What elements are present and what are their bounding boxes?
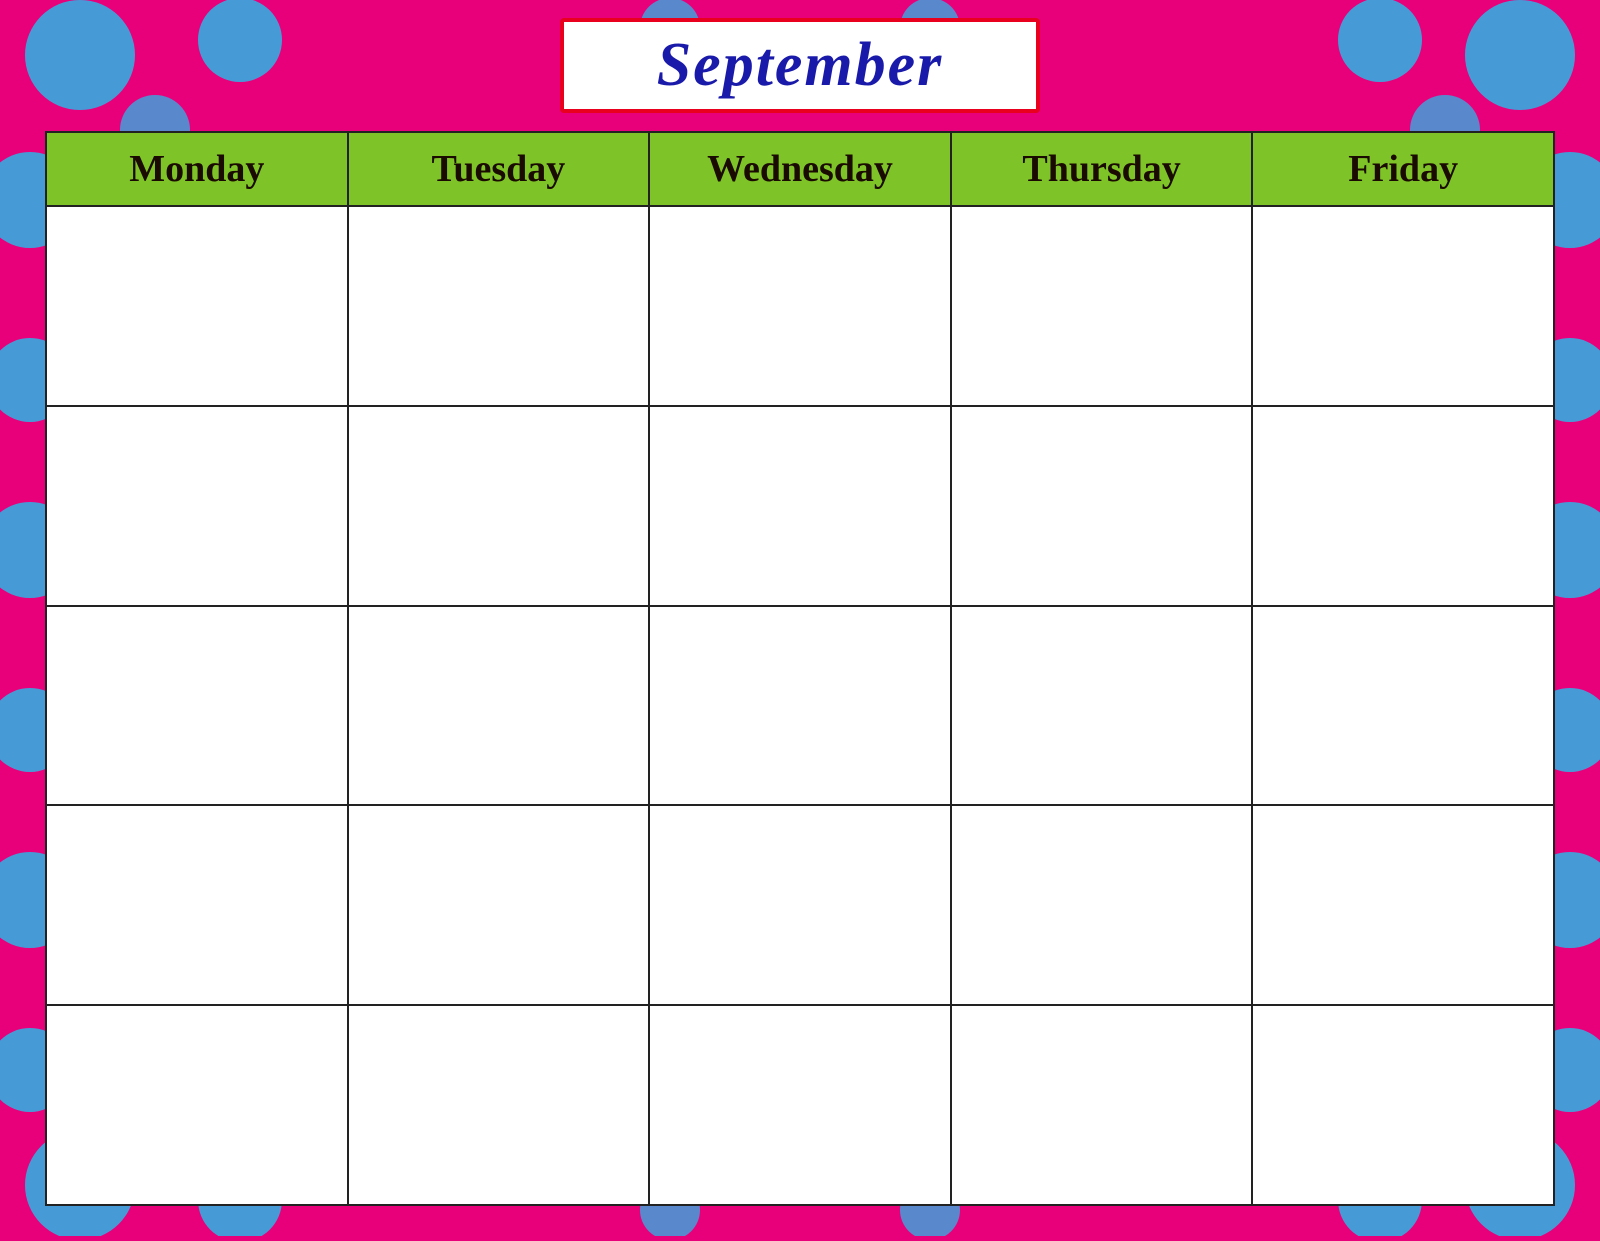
cell-w2-wed[interactable] (649, 406, 951, 606)
cell-w1-thu[interactable] (951, 206, 1253, 406)
cell-w3-thu[interactable] (951, 606, 1253, 806)
cell-w2-fri[interactable] (1252, 406, 1554, 606)
cell-w5-tue[interactable] (348, 1005, 650, 1205)
cell-w5-thu[interactable] (951, 1005, 1253, 1205)
cell-w1-wed[interactable] (649, 206, 951, 406)
cell-w5-mon[interactable] (46, 1005, 348, 1205)
calendar-table: Monday Tuesday Wednesday Thursday Friday (45, 131, 1555, 1206)
table-row (46, 805, 1554, 1005)
table-row (46, 206, 1554, 406)
cell-w3-wed[interactable] (649, 606, 951, 806)
cell-w2-tue[interactable] (348, 406, 650, 606)
content-wrapper: September Monday Tuesday Wednesday Thurs… (0, 0, 1600, 1236)
cell-w4-fri[interactable] (1252, 805, 1554, 1005)
cell-w4-thu[interactable] (951, 805, 1253, 1005)
cell-w3-mon[interactable] (46, 606, 348, 806)
cell-w1-fri[interactable] (1252, 206, 1554, 406)
cell-w5-wed[interactable] (649, 1005, 951, 1205)
calendar-title: September (657, 31, 944, 99)
header-wednesday: Wednesday (649, 132, 951, 206)
table-row (46, 1005, 1554, 1205)
cell-w4-wed[interactable] (649, 805, 951, 1005)
cell-w2-mon[interactable] (46, 406, 348, 606)
cell-w3-tue[interactable] (348, 606, 650, 806)
cell-w3-fri[interactable] (1252, 606, 1554, 806)
cell-w5-fri[interactable] (1252, 1005, 1554, 1205)
header-tuesday: Tuesday (348, 132, 650, 206)
cell-w4-mon[interactable] (46, 805, 348, 1005)
title-box: September (560, 18, 1040, 113)
table-row (46, 406, 1554, 606)
cell-w1-tue[interactable] (348, 206, 650, 406)
cell-w2-thu[interactable] (951, 406, 1253, 606)
header-friday: Friday (1252, 132, 1554, 206)
cell-w1-mon[interactable] (46, 206, 348, 406)
header-monday: Monday (46, 132, 348, 206)
cell-w4-tue[interactable] (348, 805, 650, 1005)
header-thursday: Thursday (951, 132, 1253, 206)
header-row: Monday Tuesday Wednesday Thursday Friday (46, 132, 1554, 206)
table-row (46, 606, 1554, 806)
